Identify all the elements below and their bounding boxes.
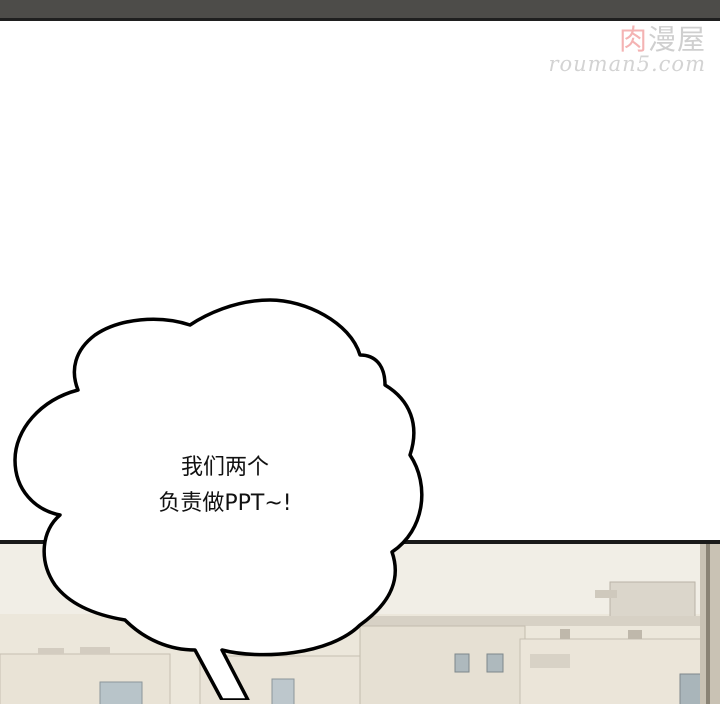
watermark-url: rouman5.com bbox=[548, 52, 706, 76]
site-watermark: 肉漫屋 rouman5.com bbox=[516, 18, 706, 78]
speech-line-1: 我们两个 bbox=[180, 455, 269, 480]
speech-line-2: 负责做PPT~! bbox=[158, 491, 292, 516]
speech-bubble-text: 我们两个 负责做PPT~! bbox=[110, 450, 340, 522]
